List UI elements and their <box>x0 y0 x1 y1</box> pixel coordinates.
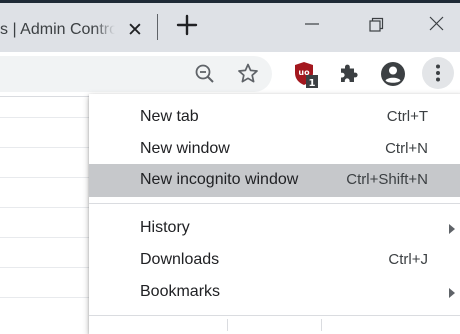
restore-icon <box>369 17 384 32</box>
zoom-row-divider <box>227 319 228 331</box>
menu-item-label: Downloads <box>140 251 220 268</box>
kebab-menu-icon <box>436 64 440 82</box>
extensions-puzzle-icon[interactable] <box>335 60 363 88</box>
new-tab-button[interactable] <box>172 10 202 40</box>
menu-item-label: New tab <box>140 108 199 125</box>
extension-badge-count: 1 <box>309 78 316 88</box>
menu-item-shortcut: Ctrl+Shift+N <box>346 171 428 188</box>
menu-item-label: Bookmarks <box>140 283 221 300</box>
page-row-divider <box>0 147 90 148</box>
submenu-arrow-icon <box>449 224 455 234</box>
browser-toolbar: uo 1 <box>0 52 460 97</box>
tab-title: s | Admin Controls <box>0 21 115 38</box>
bookmark-star-icon[interactable] <box>234 60 262 88</box>
page-row-divider <box>0 237 90 238</box>
page-row-divider <box>0 267 90 268</box>
menu-item-new-incognito-window[interactable]: New incognito window Ctrl+Shift+N <box>89 164 460 197</box>
zoom-row-divider <box>321 319 322 331</box>
plus-icon <box>176 14 198 36</box>
title-bar-edge <box>0 0 460 3</box>
browser-dropdown-menu: New tab Ctrl+T New window Ctrl+N New inc… <box>89 94 460 334</box>
menu-item-label: New window <box>140 140 230 157</box>
tab-separator <box>157 14 158 40</box>
browser-menu-button[interactable] <box>422 57 454 89</box>
address-bar[interactable] <box>0 56 272 92</box>
ublock-extension-icon[interactable]: uo 1 <box>290 60 318 89</box>
page-row-divider <box>0 177 90 178</box>
page-row-divider <box>0 207 90 208</box>
profile-avatar-icon[interactable] <box>379 60 407 88</box>
tab-close-icon[interactable]: ✕ <box>124 20 146 42</box>
active-tab[interactable]: s | Admin Controls ✕ <box>0 8 155 52</box>
menu-item-label: New incognito window <box>140 171 299 188</box>
close-icon <box>429 16 444 31</box>
menu-item-shortcut: Ctrl+J <box>388 251 428 268</box>
menu-item-history[interactable]: History <box>89 212 460 244</box>
minimize-button[interactable] <box>297 10 327 40</box>
minimize-icon <box>305 23 319 25</box>
menu-item-shortcut: Ctrl+T <box>386 108 428 125</box>
menu-item-shortcut: Ctrl+N <box>385 140 428 157</box>
menu-item-new-window[interactable]: New window Ctrl+N <box>89 133 460 165</box>
tab-strip: s | Admin Controls ✕ <box>0 0 460 52</box>
menu-item-downloads[interactable]: Downloads Ctrl+J <box>89 244 460 276</box>
page-row-divider <box>0 117 90 118</box>
submenu-arrow-icon <box>449 288 455 298</box>
page-row-divider <box>0 297 90 298</box>
menu-divider <box>89 203 460 204</box>
restore-button[interactable] <box>361 10 391 40</box>
menu-item-new-tab[interactable]: New tab Ctrl+T <box>89 101 460 133</box>
menu-divider <box>89 315 460 316</box>
menu-item-label: History <box>140 219 190 236</box>
zoom-out-icon[interactable] <box>191 60 219 88</box>
window-close-button[interactable] <box>422 10 452 40</box>
menu-item-bookmarks[interactable]: Bookmarks <box>89 276 460 308</box>
